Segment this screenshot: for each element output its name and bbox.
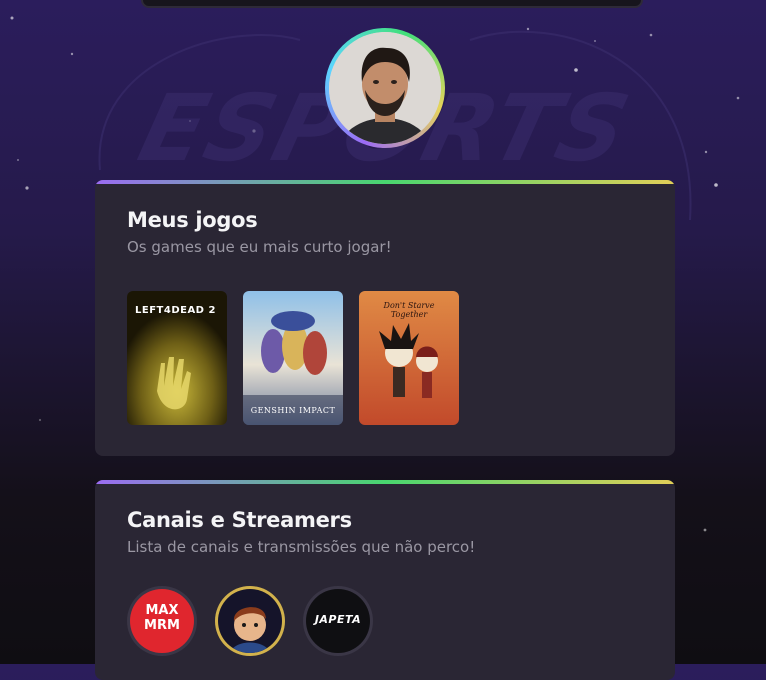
- channels-list: MAX MRM JAPETA: [127, 586, 643, 656]
- channels-title: Canais e Streamers: [127, 508, 352, 532]
- channel-max-mrm[interactable]: MAX MRM: [127, 586, 197, 656]
- game-cover-genshin-impact[interactable]: GENSHIN IMPACT: [243, 291, 343, 425]
- games-card: Meus jogos Os games que eu mais curto jo…: [95, 180, 675, 456]
- game-cover-title: LEFT4DEAD 2: [135, 305, 216, 316]
- channel-logo-text: JAPETA: [314, 613, 362, 626]
- games-list: LEFT4DEAD 2 GENSHIN IMPACT Don't Starve …: [127, 291, 643, 425]
- profile-avatar: [325, 28, 445, 148]
- game-cover-title: Don't Starve Together: [383, 301, 435, 319]
- channel-japeta[interactable]: JAPETA: [303, 586, 373, 656]
- channel-logo-text: MAX MRM: [144, 603, 180, 633]
- channels-subtitle: Lista de canais e transmissões que não p…: [127, 538, 476, 556]
- games-subtitle: Os games que eu mais curto jogar!: [127, 238, 392, 256]
- games-title: Meus jogos: [127, 208, 258, 232]
- game-cover-left4dead2[interactable]: LEFT4DEAD 2: [127, 291, 227, 425]
- game-cover-title: GENSHIN IMPACT: [250, 406, 336, 415]
- game-cover-dont-starve-together[interactable]: Don't Starve Together: [359, 291, 459, 425]
- top-search-bar[interactable]: [141, 0, 643, 8]
- avatar-photo: [329, 32, 441, 144]
- channel-streamer-avatar[interactable]: [215, 586, 285, 656]
- channels-card: Canais e Streamers Lista de canais e tra…: [95, 480, 675, 680]
